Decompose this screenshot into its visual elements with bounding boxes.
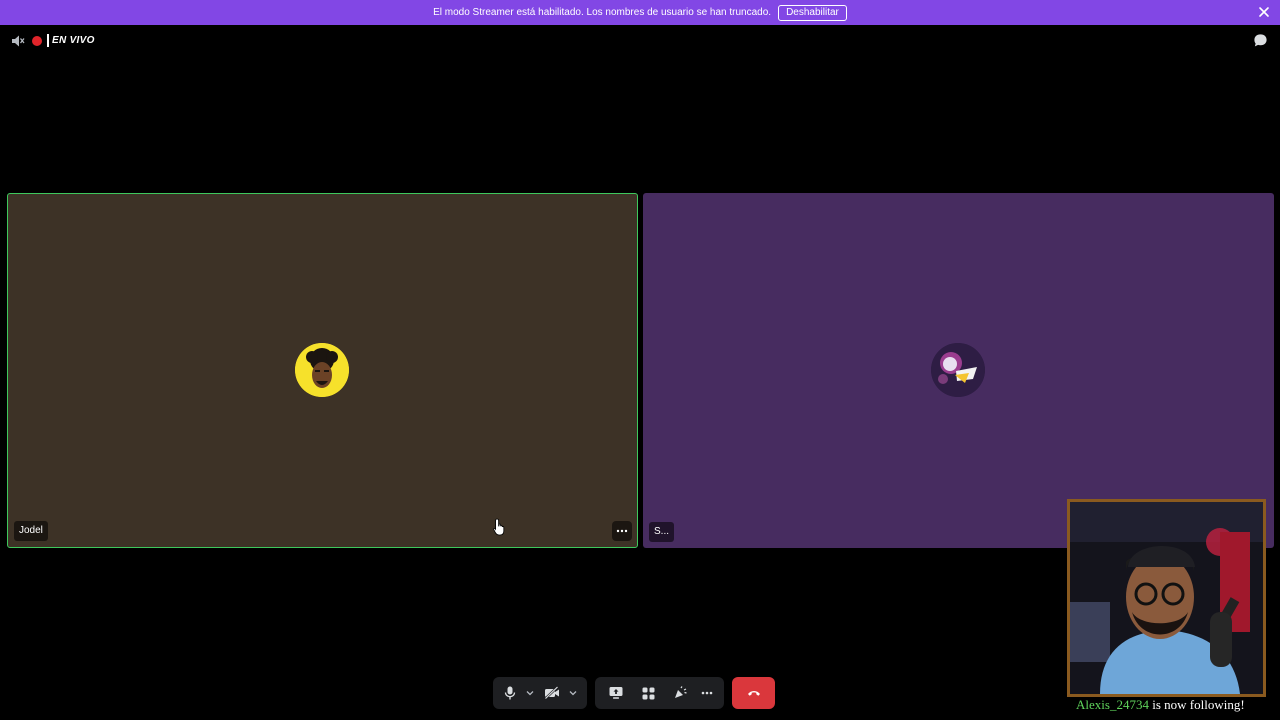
follow-message: is now following! — [1152, 697, 1245, 712]
media-controls — [493, 677, 587, 709]
participant-name-tag: S... — [649, 522, 675, 542]
camera-options-button[interactable] — [565, 677, 581, 709]
chevron-down-icon — [569, 691, 577, 696]
activities-icon — [642, 687, 654, 699]
chat-bubble-icon[interactable] — [1253, 33, 1268, 48]
disable-streamer-mode-button[interactable]: Deshabilitar — [778, 4, 847, 21]
more-icon — [616, 529, 628, 533]
participant-name-tag: Jodel — [14, 521, 48, 541]
tile-more-options-button[interactable] — [612, 521, 632, 541]
close-icon[interactable] — [1257, 5, 1271, 19]
avatar — [295, 343, 349, 397]
screen-share-button[interactable] — [601, 677, 631, 709]
streamer-mode-message: El modo Streamer está habilitado. Los no… — [433, 7, 772, 18]
microphone-options-button[interactable] — [521, 677, 539, 709]
camera-button[interactable] — [539, 677, 565, 709]
avatar — [931, 343, 985, 397]
live-label: EN VIVO — [52, 35, 95, 46]
microphone-icon — [504, 686, 516, 700]
live-indicator-dot — [32, 36, 42, 46]
call-actions — [595, 677, 724, 709]
more-icon — [701, 691, 712, 695]
activities-button[interactable] — [631, 677, 665, 709]
chevron-down-icon — [526, 691, 534, 696]
follower-name: Alexis_24734 — [1076, 697, 1149, 712]
disconnect-icon — [747, 691, 760, 696]
live-divider — [47, 34, 49, 47]
follow-alert: Alexis_24734 is now following! — [1076, 697, 1245, 713]
camera-off-icon — [544, 686, 559, 700]
soundboard-icon — [675, 686, 687, 698]
microphone-button[interactable] — [499, 677, 521, 709]
hand-cursor-icon — [493, 518, 505, 536]
soundboard-button[interactable] — [665, 677, 695, 709]
participant-tile-s[interactable]: S... — [643, 193, 1274, 548]
call-top-bar: EN VIVO — [0, 30, 1280, 52]
streamer-webcam-overlay — [1067, 499, 1266, 697]
disconnect-button[interactable] — [732, 677, 775, 709]
participant-tile-jodel[interactable]: Jodel — [7, 193, 638, 548]
more-options-button[interactable] — [695, 677, 718, 709]
screen-share-icon — [609, 687, 623, 699]
speaker-muted-icon[interactable] — [11, 34, 25, 48]
streamer-mode-banner: El modo Streamer está habilitado. Los no… — [0, 0, 1280, 25]
